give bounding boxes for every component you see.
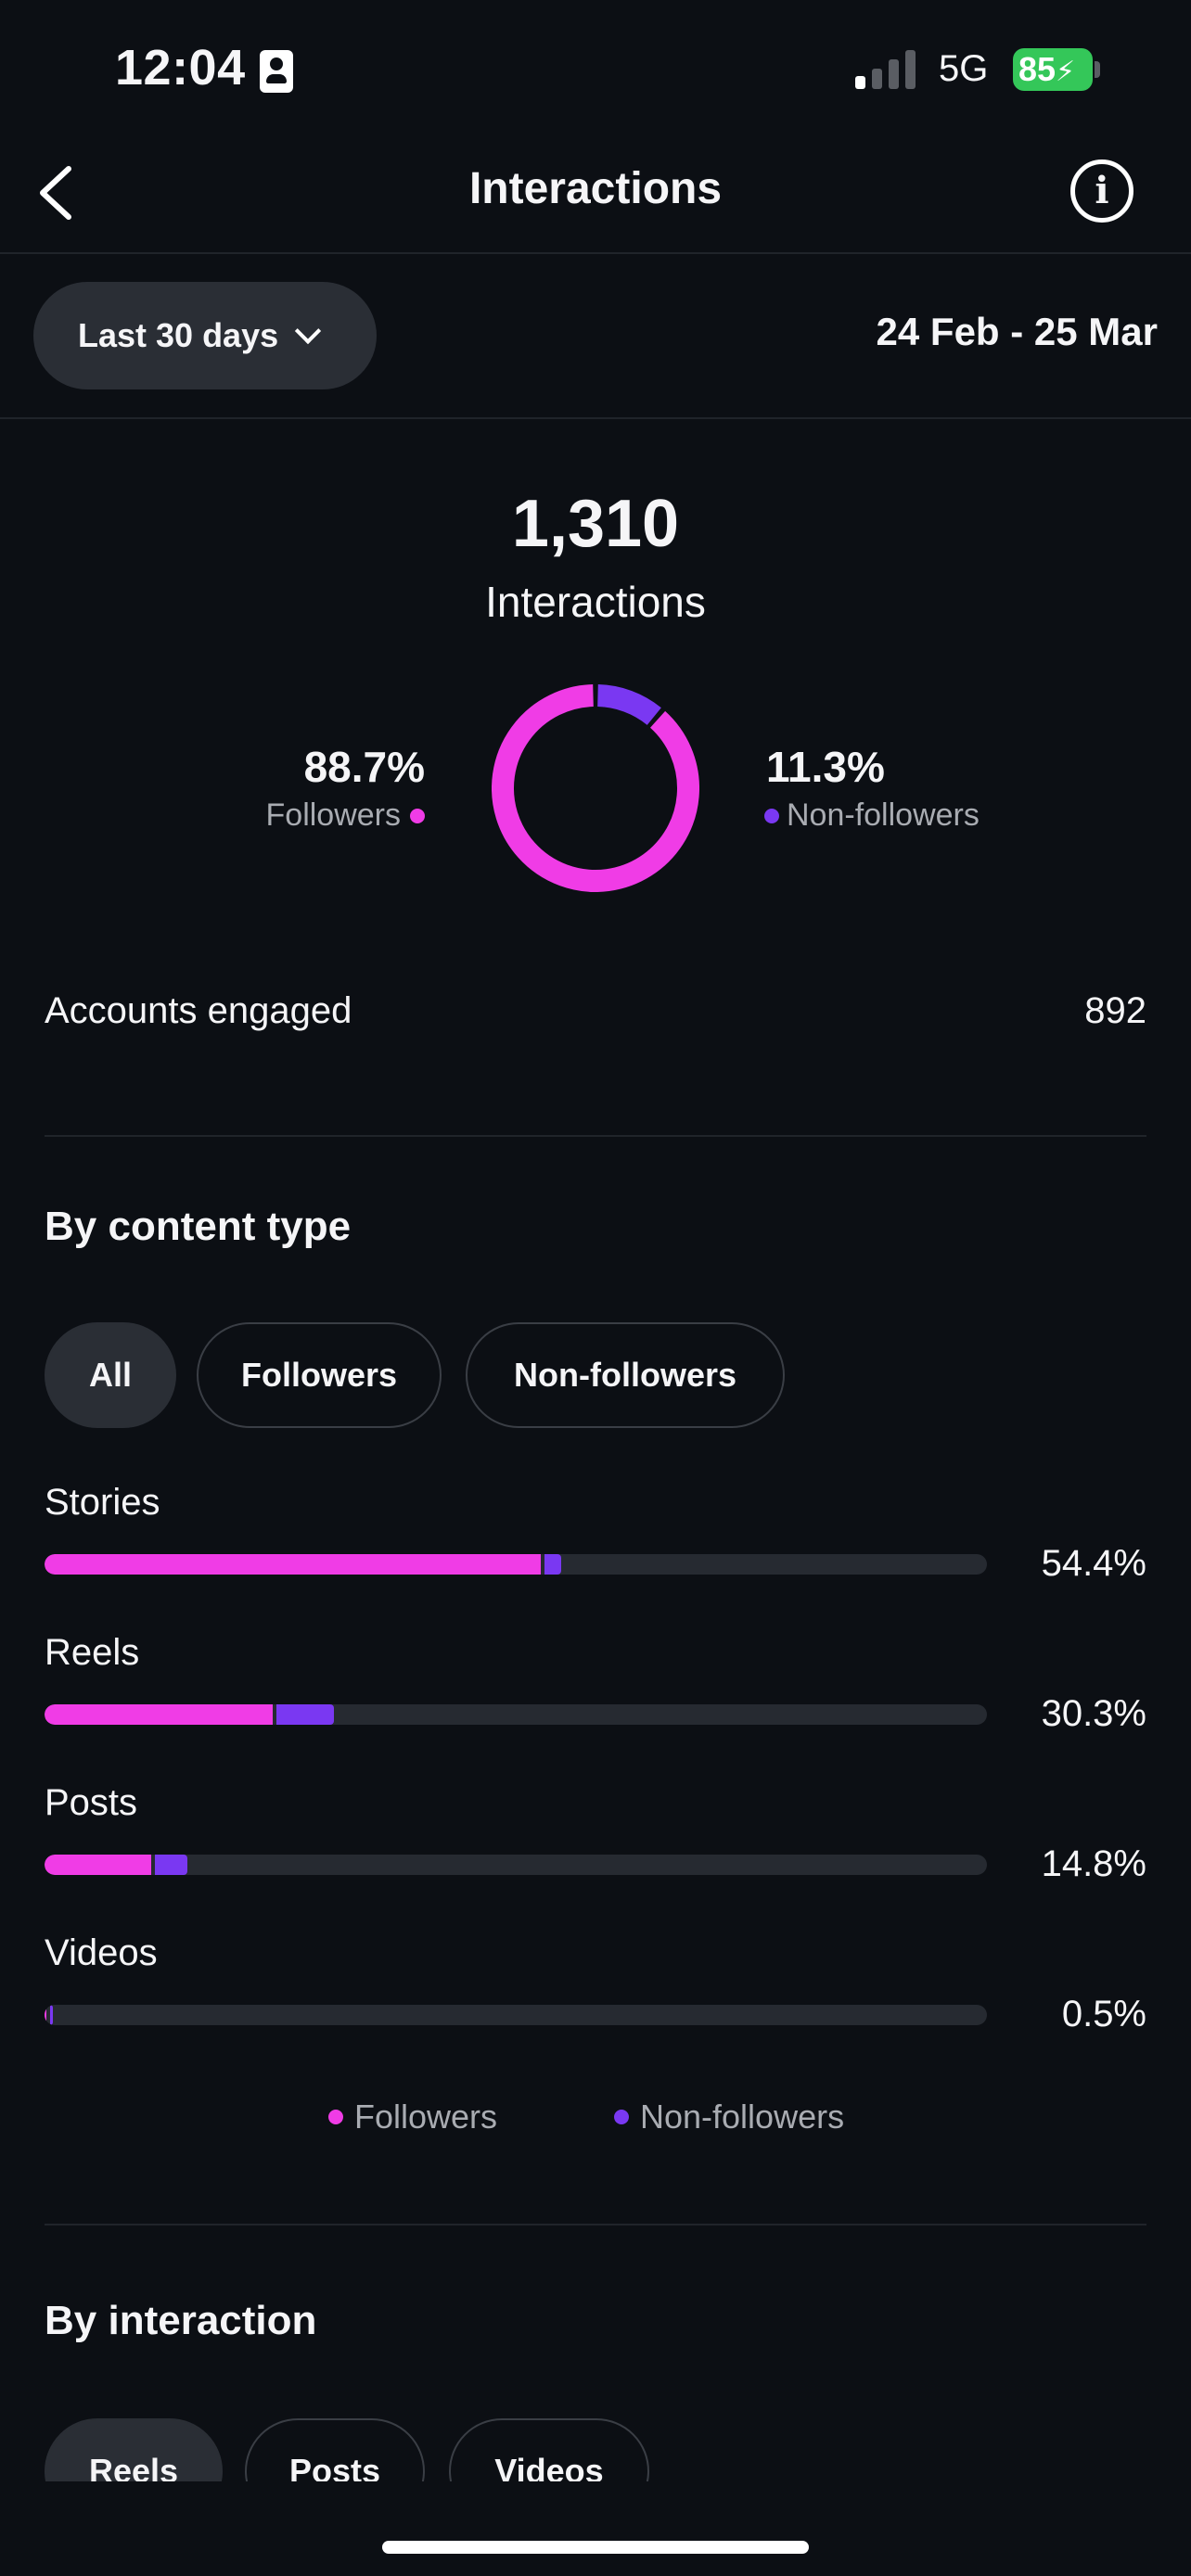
interactions-total-label: Interactions — [485, 578, 706, 626]
bar-pct-reels: 30.3% — [1041, 1693, 1146, 1734]
bar-followers-segment — [45, 2005, 47, 2025]
signal-icon — [855, 48, 920, 89]
accounts-engaged-value: 892 — [1084, 990, 1146, 1031]
bar-non-followers-segment — [275, 1704, 334, 1725]
bar-label-stories: Stories — [45, 1482, 160, 1523]
followers-dot-icon — [328, 2110, 343, 2124]
header-divider — [0, 252, 1191, 254]
bar-followers-segment — [45, 1554, 542, 1575]
bar-track-videos — [45, 2005, 987, 2025]
bar-pct-videos: 0.5% — [1061, 1994, 1146, 2034]
followers-percent: 88.7% — [303, 743, 425, 791]
section-divider — [45, 1135, 1146, 1137]
page-title: Interactions — [468, 164, 723, 213]
bar-followers-segment — [45, 1855, 151, 1875]
bar-pct-posts: 14.8% — [1041, 1843, 1146, 1884]
chip-posts[interactable]: Posts — [245, 2418, 425, 2481]
donut-followers-arc — [492, 684, 699, 892]
followers-dot-icon — [410, 808, 425, 823]
legend-non-followers-label: Non-followers — [640, 2098, 845, 2136]
section-divider — [45, 2224, 1146, 2225]
non-followers-dot-icon — [764, 808, 779, 823]
bar-non-followers-segment — [544, 1554, 561, 1575]
chip-all[interactable]: All — [45, 1322, 176, 1428]
followers-label: Followers — [265, 797, 401, 833]
non-followers-percent: 11.3% — [766, 743, 885, 791]
date-range-dropdown[interactable]: Last 30 days — [33, 282, 377, 389]
network-type: 5G — [939, 48, 989, 89]
home-indicator — [382, 2541, 809, 2554]
bar-track-posts — [45, 1855, 987, 1875]
bar-pct-stories: 54.4% — [1041, 1543, 1146, 1584]
chip-followers[interactable]: Followers — [197, 1322, 442, 1428]
bar-track-reels — [45, 1704, 987, 1725]
battery-cap — [1095, 61, 1100, 78]
donut-non-followers-arc — [596, 684, 661, 726]
legend-non-followers: Non-followers — [614, 2098, 844, 2136]
chip-non-followers[interactable]: Non-followers — [466, 1322, 785, 1428]
bar-track-stories — [45, 1554, 987, 1575]
interactions-total: 1,310 — [511, 487, 680, 561]
followers-legend: Followers — [266, 797, 425, 834]
interaction-chips-clip: Reels Posts Videos — [0, 2411, 1191, 2481]
date-range-dropdown-label: Last 30 days — [78, 316, 279, 354]
non-followers-label: Non-followers — [787, 797, 980, 833]
filter-divider — [0, 417, 1191, 419]
bar-followers-segment — [45, 1704, 273, 1725]
date-range-text: 24 Feb - 25 Mar — [876, 310, 1158, 353]
bar-label-reels: Reels — [45, 1632, 140, 1673]
chevron-down-icon — [294, 317, 322, 345]
chip-reels[interactable]: Reels — [45, 2418, 223, 2481]
accounts-engaged-label: Accounts engaged — [45, 990, 352, 1031]
followers-donut-chart — [492, 684, 699, 892]
bar-label-videos: Videos — [45, 1932, 158, 1973]
legend-followers-label: Followers — [354, 2098, 498, 2136]
bar-non-followers-segment — [154, 1855, 188, 1875]
non-followers-legend: Non-followers — [764, 797, 980, 834]
info-icon[interactable]: i — [1070, 159, 1133, 223]
legend-followers: Followers — [328, 2098, 497, 2136]
battery-level: 85 — [1018, 50, 1057, 88]
contact-card-icon — [260, 50, 293, 93]
content-type-title: By content type — [45, 1204, 352, 1249]
bar-non-followers-segment — [50, 2005, 54, 2025]
battery-icon: 85⚡ — [1013, 48, 1093, 91]
interaction-title: By interaction — [45, 2298, 317, 2343]
bar-label-posts: Posts — [45, 1782, 138, 1823]
non-followers-dot-icon — [614, 2110, 629, 2124]
chip-videos[interactable]: Videos — [449, 2418, 649, 2481]
status-time: 12:04 — [115, 40, 246, 96]
